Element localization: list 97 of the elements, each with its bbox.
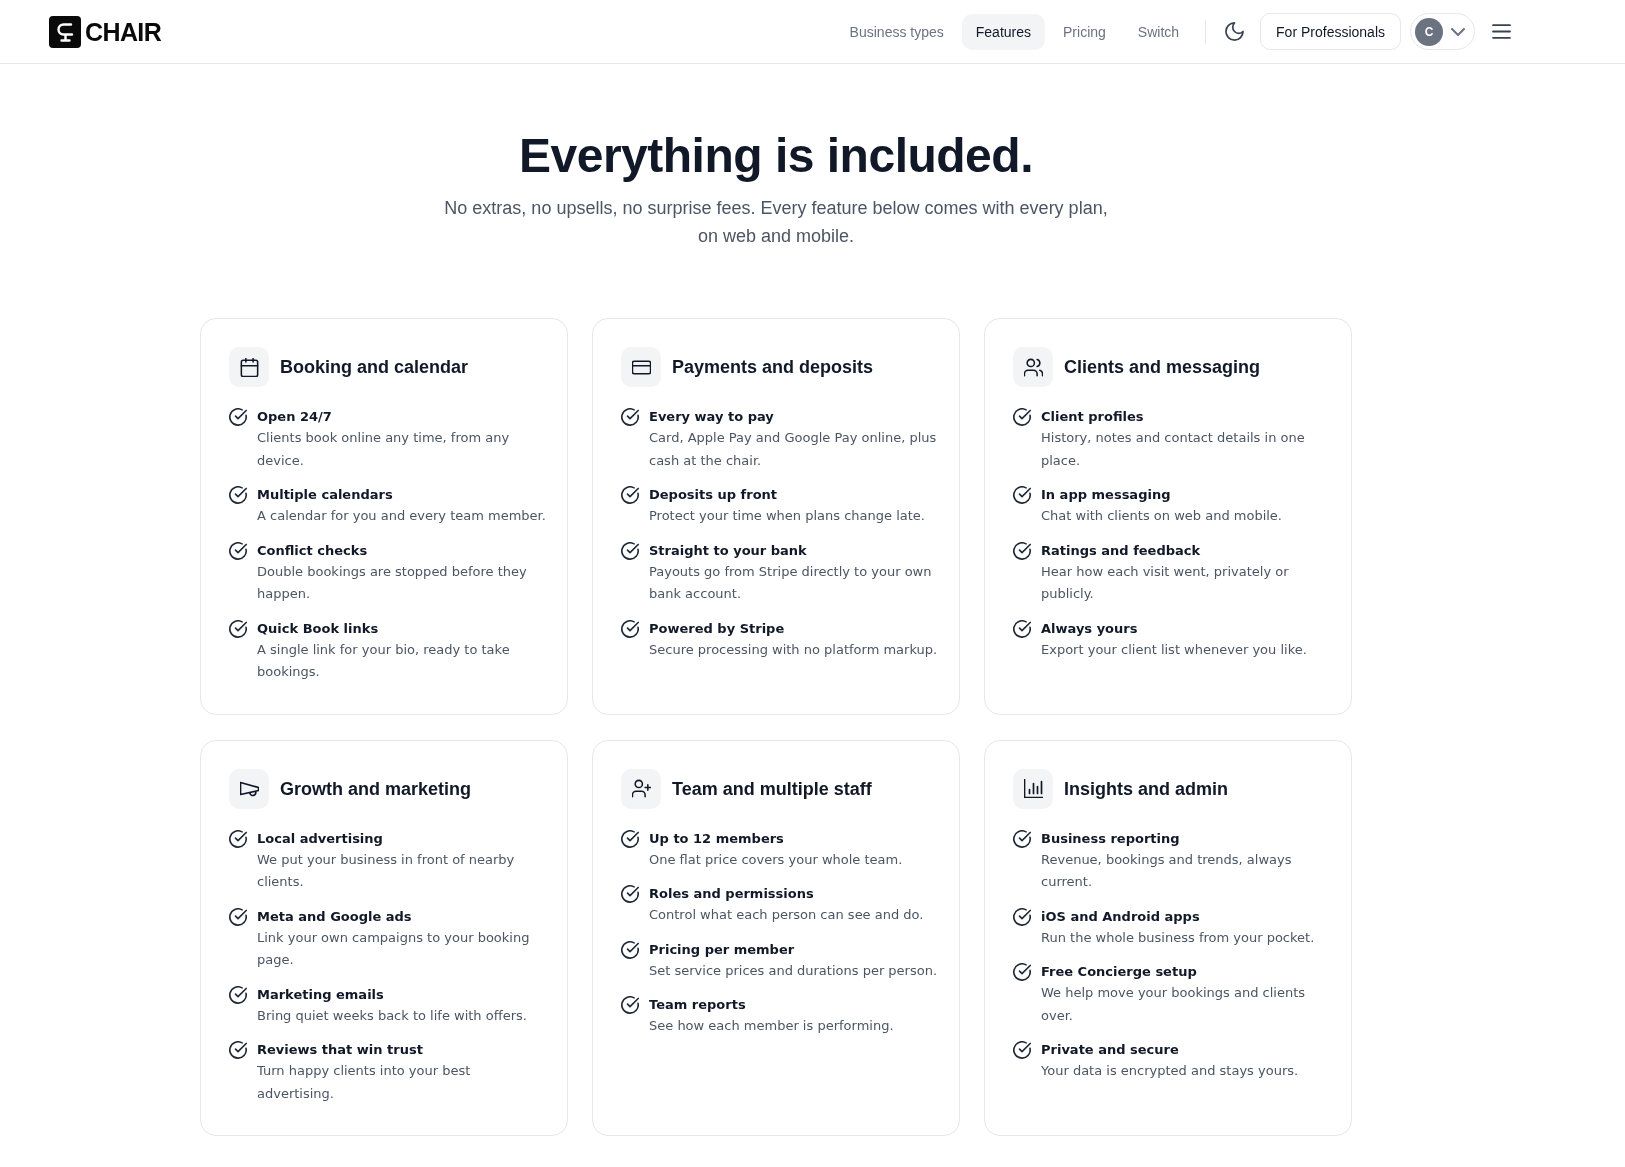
- feature-title: Quick Book links: [257, 619, 379, 638]
- feature-description: Set service prices and durations per person.: [649, 961, 938, 980]
- feature-description: Clients book online any time, from any device.: [257, 429, 511, 470]
- card-title: Payments and deposits: [672, 356, 874, 379]
- feature-description: Turn happy clients into your best advertising.: [257, 1062, 472, 1103]
- feature-description: Your data is encrypted and stays yours.: [1041, 1062, 1299, 1080]
- logo-link[interactable]: CHAIR: [49, 15, 162, 48]
- check-circle-icon: [1013, 408, 1031, 426]
- feature-title: Up to 12 members: [649, 829, 784, 848]
- check-circle-icon: [229, 408, 247, 426]
- check-circle-icon: [1013, 907, 1031, 926]
- page-title: Everything is included.: [519, 129, 1033, 183]
- page-subtitle: No extras, no upsells, no surprise fees. Every feature below comes with every plan, on web and mobile.: [443, 197, 1109, 248]
- feature-title: Free Concierge setup: [1041, 963, 1197, 981]
- nav-link[interactable]: Features: [961, 13, 1046, 50]
- feature-title: Multiple calendars: [257, 486, 393, 504]
- feature-title: Powered by Stripe: [649, 619, 785, 638]
- megaphone-icon: [229, 768, 269, 809]
- bar-chart-icon: [1013, 768, 1053, 809]
- feature-title: Always yours: [1041, 619, 1138, 638]
- check-circle-icon: [229, 541, 247, 560]
- card-title: Clients and messaging: [1064, 356, 1261, 379]
- feature-description: Protect your time when plans change late.: [649, 507, 925, 525]
- feature-description: History, notes and contact details in one place.: [1041, 429, 1306, 470]
- check-circle-icon: [229, 985, 247, 1004]
- nav-link[interactable]: Business types: [835, 13, 958, 50]
- menu-icon: [1491, 22, 1511, 41]
- feature-description: One flat price covers your whole team.: [649, 850, 903, 869]
- feature-description: A single link for your bio, ready to take bookings.: [257, 640, 511, 681]
- check-circle-icon: [1013, 829, 1031, 848]
- check-circle-icon: [1013, 486, 1031, 504]
- feature-description: Link your own campaigns to your booking page.: [257, 928, 531, 969]
- feature-title: Conflict checks: [257, 541, 368, 560]
- check-circle-icon: [1013, 963, 1031, 981]
- check-circle-icon: [1013, 541, 1031, 560]
- feature-title: Roles and permissions: [649, 885, 814, 903]
- check-circle-icon: [229, 1041, 247, 1059]
- feature-title: Client profiles: [1041, 408, 1144, 426]
- check-circle-icon: [621, 619, 639, 638]
- check-circle-icon: [621, 541, 639, 560]
- account-menu-button[interactable]: C: [1410, 13, 1475, 50]
- check-circle-icon: [229, 486, 247, 504]
- avatar: C: [1415, 17, 1443, 46]
- feature-title: Local advertising: [257, 829, 383, 848]
- feature-title: Ratings and feedback: [1041, 541, 1201, 560]
- feature-description: Bring quiet weeks back to life with offers.: [257, 1006, 527, 1025]
- feature-title: Every way to pay: [649, 408, 774, 426]
- feature-title: In app messaging: [1041, 486, 1171, 504]
- check-circle-icon: [621, 486, 639, 504]
- feature-description: Control what each person can see and do.: [649, 906, 924, 924]
- feature-title: Reviews that win trust: [257, 1041, 423, 1059]
- feature-title: Straight to your bank: [649, 541, 807, 560]
- feature-title: iOS and Android apps: [1041, 907, 1200, 926]
- card-title: Growth and marketing: [280, 777, 472, 801]
- feature-title: Business reporting: [1041, 829, 1180, 848]
- feature-description: Double bookings are stopped before they happen.: [257, 562, 528, 603]
- feature-description: Export your client list whenever you like.: [1041, 640, 1307, 659]
- check-circle-icon: [1013, 1041, 1031, 1059]
- check-circle-icon: [621, 885, 639, 903]
- feature-description: Secure processing with no platform markup.: [649, 640, 938, 659]
- chair-logo-icon: [49, 15, 81, 48]
- check-circle-icon: [229, 907, 247, 926]
- feature-description: Card, Apple Pay and Google Pay online, plus cash at the chair.: [649, 429, 938, 470]
- credit-card-icon: [621, 347, 661, 387]
- feature-title: Pricing per member: [649, 940, 795, 959]
- check-circle-icon: [229, 619, 247, 638]
- feature-title: Deposits up front: [649, 486, 778, 504]
- feature-description: Chat with clients on web and mobile.: [1041, 507, 1282, 525]
- feature-description: Run the whole business from your pocket.: [1041, 928, 1315, 947]
- feature-description: See how each member is performing.: [649, 1017, 894, 1035]
- for-professionals-button[interactable]: For Professionals: [1260, 13, 1401, 50]
- feature-description: We put your business in front of nearby clients.: [257, 850, 516, 891]
- check-circle-icon: [229, 829, 247, 848]
- card-title: Insights and admin: [1064, 777, 1228, 801]
- moon-icon: [1224, 22, 1244, 41]
- feature-title: Meta and Google ads: [257, 907, 412, 926]
- calendar-icon: [229, 347, 269, 387]
- feature-description: Payouts go from Stripe directly to your own bank account.: [649, 562, 933, 603]
- feature-description: A calendar for you and every team member.: [257, 507, 546, 525]
- check-circle-icon: [621, 996, 639, 1014]
- feature-description: Revenue, bookings and trends, always current.: [1041, 850, 1293, 891]
- users-icon: [1013, 347, 1053, 387]
- feature-description: Hear how each visit went, privately or publicly.: [1041, 562, 1290, 603]
- feature-title: Open 24/7: [257, 408, 332, 426]
- nav-link[interactable]: Switch: [1123, 13, 1194, 50]
- check-circle-icon: [621, 408, 639, 426]
- card-title: Team and multiple staff: [672, 777, 872, 801]
- user-plus-icon: [621, 768, 661, 809]
- check-circle-icon: [621, 940, 639, 959]
- check-circle-icon: [621, 829, 639, 848]
- check-circle-icon: [1013, 619, 1031, 638]
- card-title: Booking and calendar: [280, 356, 469, 379]
- feature-title: Marketing emails: [257, 985, 384, 1004]
- feature-description: We help move your bookings and clients over.: [1041, 984, 1307, 1025]
- nav-link[interactable]: Pricing: [1049, 13, 1120, 50]
- feature-title: Team reports: [649, 996, 746, 1014]
- feature-title: Private and secure: [1041, 1041, 1179, 1059]
